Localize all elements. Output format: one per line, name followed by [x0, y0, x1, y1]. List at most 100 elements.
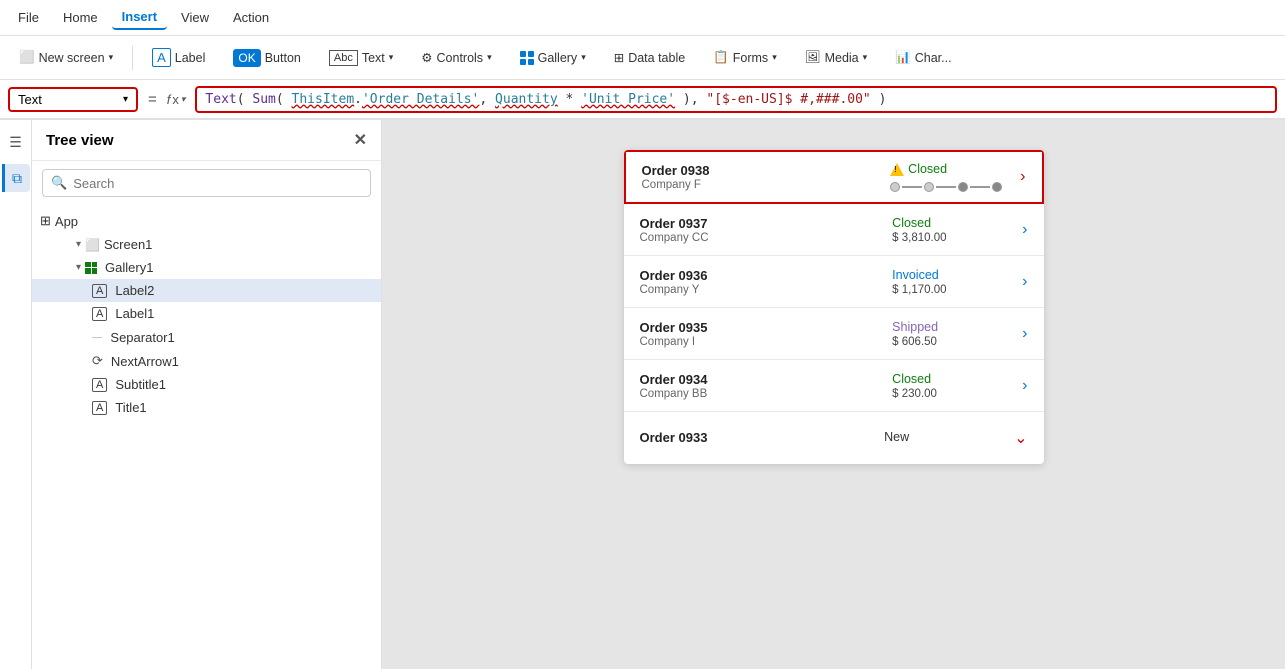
tree-item-nextarrow1[interactable]: ⟳ NextArrow1: [32, 349, 381, 373]
tree-item-label1[interactable]: A Label1: [32, 302, 381, 325]
row-0936-arrow[interactable]: ›: [1022, 273, 1027, 291]
tree-item-screen1[interactable]: ▾ ⬜ Screen1: [32, 233, 381, 256]
status-0936: Invoiced: [892, 268, 939, 282]
formula-orderdetails: 'Order Details': [362, 92, 479, 107]
forms-label: Forms: [733, 51, 768, 65]
layers-icon[interactable]: ⧉: [2, 164, 30, 192]
gallery-row-0938[interactable]: Order 0938 Company F ! Closed: [624, 150, 1044, 204]
gallery-row-0935[interactable]: Order 0935 Company I Shipped $ 606.50 ›: [624, 308, 1044, 360]
formula-star: *: [558, 92, 581, 107]
tree-item-label1-label: Label1: [115, 306, 154, 321]
tree-item-title1[interactable]: A Title1: [32, 396, 381, 419]
dot-line-3: [970, 186, 990, 188]
media-button[interactable]: 🖼 Media ▾: [794, 44, 878, 71]
canvas-area: Order 0938 Company F ! Closed: [382, 120, 1285, 669]
gallery-button[interactable]: Gallery ▾: [509, 45, 597, 71]
data-table-button[interactable]: ⊞ Data table: [603, 44, 696, 71]
row-0934-arrow[interactable]: ›: [1022, 377, 1027, 395]
formula-paren3: ),: [675, 92, 706, 107]
formula-dot1: .: [354, 92, 362, 107]
charts-button[interactable]: 📊 Char...: [884, 44, 962, 71]
dot-1: [890, 182, 900, 192]
label1-icon: A: [92, 307, 107, 321]
row-0938-arrow[interactable]: ›: [1020, 168, 1025, 186]
new-screen-label: New screen: [39, 51, 105, 65]
forms-icon: 📋: [713, 50, 729, 65]
gallery-row-0933[interactable]: Order 0933 New ⌄: [624, 412, 1044, 464]
media-label: Media: [825, 51, 859, 65]
row-0938-left: Order 0938 Company F: [642, 163, 891, 191]
text-button[interactable]: Abc Text ▾: [318, 44, 404, 72]
media-chevron-icon: ▾: [863, 52, 868, 63]
dot-3: [958, 182, 968, 192]
status-0933: New: [884, 430, 909, 444]
tree-item-separator1-label: Separator1: [110, 330, 174, 345]
toolbar-divider-1: [132, 46, 133, 70]
status-0938: ! Closed: [890, 162, 947, 176]
search-input[interactable]: [73, 176, 362, 191]
forms-chevron-icon: ▾: [772, 52, 777, 63]
row-0936-left: Order 0936 Company Y: [640, 268, 893, 296]
status-0935: Shipped: [892, 320, 938, 334]
connection-dots: [890, 182, 1002, 192]
data-table-icon: ⊞: [614, 50, 624, 65]
charts-label: Char...: [915, 51, 952, 65]
row-0934-left: Order 0934 Company BB: [640, 372, 893, 400]
label-button[interactable]: A Label: [141, 42, 216, 73]
media-icon: 🖼: [805, 50, 821, 65]
formula-equals: =: [148, 91, 157, 108]
tree-header: Tree view ✕: [32, 120, 381, 161]
company-y-label: Company Y: [640, 284, 893, 296]
formula-fx-button[interactable]: fx ▾: [167, 92, 186, 107]
tree-item-subtitle1[interactable]: A Subtitle1: [32, 373, 381, 396]
row-0937-left: Order 0937 Company CC: [640, 216, 893, 244]
screen1-chevron-icon: ▾: [76, 239, 81, 250]
menu-action[interactable]: Action: [223, 6, 279, 29]
tree-item-gallery1[interactable]: ▾ Gallery1: [32, 256, 381, 279]
controls-button[interactable]: ⚙ Controls ▾: [410, 44, 502, 71]
title1-icon: A: [92, 401, 107, 415]
chevron-down-icon: ▾: [109, 52, 114, 63]
tree-item-label2[interactable]: A Label2: [32, 279, 381, 302]
gallery-card: Order 0938 Company F ! Closed: [624, 150, 1044, 464]
tree-item-app-label: App: [55, 214, 78, 229]
gallery-row-0936[interactable]: Order 0936 Company Y Invoiced $ 1,170.00…: [624, 256, 1044, 308]
company-i-label: Company I: [640, 336, 893, 348]
row-0935-arrow[interactable]: ›: [1022, 325, 1027, 343]
hamburger-icon[interactable]: ☰: [2, 128, 30, 156]
gallery-row-0937[interactable]: Order 0937 Company CC Closed $ 3,810.00 …: [624, 204, 1044, 256]
button-icon: OK: [233, 49, 260, 67]
formula-paren2: (: [276, 92, 292, 107]
row-0933-arrow[interactable]: ⌄: [1014, 428, 1027, 448]
menu-file[interactable]: File: [8, 6, 49, 29]
status-0934: Closed: [892, 372, 931, 386]
formula-unitprice: 'Unit Price': [581, 92, 675, 107]
tree-item-app[interactable]: ⊞ App: [32, 209, 381, 233]
tree-panel: Tree view ✕ 🔍 ⊞ App ▾ ⬜ Screen1 ▾: [32, 120, 382, 669]
gallery-row-0934[interactable]: Order 0934 Company BB Closed $ 230.00 ›: [624, 360, 1044, 412]
sidebar-icons: ☰ ⧉: [0, 120, 32, 669]
formula-selector[interactable]: Text ▾: [8, 87, 138, 112]
button-button[interactable]: OK Button: [222, 43, 311, 73]
tree-item-separator1[interactable]: ⏤ Separator1: [32, 325, 381, 349]
amount-0936: $ 1,170.00: [892, 284, 946, 296]
menu-view[interactable]: View: [171, 6, 219, 29]
amount-0937: $ 3,810.00: [892, 232, 946, 244]
gallery1-icon: [85, 262, 97, 274]
forms-button[interactable]: 📋 Forms ▾: [702, 44, 788, 71]
data-table-label: Data table: [628, 51, 685, 65]
tree-search-container[interactable]: 🔍: [42, 169, 371, 197]
tree-close-button[interactable]: ✕: [354, 130, 367, 150]
menu-home[interactable]: Home: [53, 6, 108, 29]
order-0933-label: Order 0933: [640, 430, 885, 445]
fx-chevron-icon: ▾: [181, 94, 186, 105]
dot-2: [924, 182, 934, 192]
formula-quantity: Quantity: [495, 92, 558, 107]
warning-triangle-icon: !: [890, 163, 904, 176]
menu-insert[interactable]: Insert: [112, 5, 167, 30]
fx-label: f: [167, 92, 171, 107]
row-0937-arrow[interactable]: ›: [1022, 221, 1027, 239]
new-screen-button[interactable]: ⬜ New screen ▾: [8, 44, 124, 71]
screen-icon: ⬜: [19, 50, 35, 65]
formula-input[interactable]: Text( Sum( ThisItem.'Order Details', Qua…: [195, 86, 1277, 113]
